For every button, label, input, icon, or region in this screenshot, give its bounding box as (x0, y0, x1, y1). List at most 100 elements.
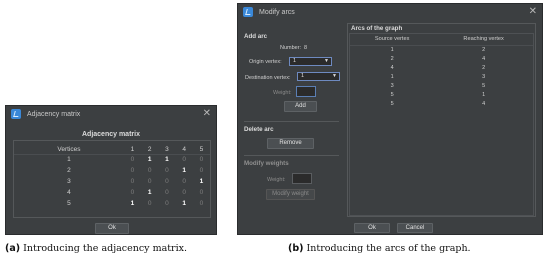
matrix-cell[interactable]: 0 (124, 176, 141, 187)
titlebar: Adjacency matrix ✕ (6, 106, 216, 122)
caption-b-text: Introducing the arcs of the graph. (306, 243, 471, 254)
matrix-cell[interactable]: 0 (158, 198, 175, 209)
matrix-cell[interactable]: 0 (124, 187, 141, 198)
vertex-label: 2 (67, 167, 71, 174)
close-icon[interactable]: ✕ (529, 5, 537, 19)
source-vertex-cell: 2 (390, 55, 394, 62)
matrix-cell[interactable]: 0 (141, 176, 158, 187)
matrix-cell[interactable]: 0 (176, 176, 193, 187)
table-row: 300001 (14, 176, 210, 187)
table-row[interactable]: 12 (350, 45, 533, 54)
reaching-vertex-cell: 1 (482, 91, 486, 98)
caption-a: (a) Introducing the adjacency matrix. (5, 243, 187, 254)
matrix-header-row: Vertices 1 2 3 4 5 (14, 145, 210, 155)
modify-weights-title: Modify weights (244, 160, 289, 167)
reaching-vertex-cell: 2 (482, 46, 486, 53)
arcs-table: Source vertex Reaching vertex 12244213355… (350, 34, 533, 108)
chevron-down-icon: ▼ (332, 73, 337, 79)
matrix-heading: Adjacency matrix (82, 131, 140, 138)
edit-panel: Add arc Number: 8 Origin vertex: 1 ▼ Des… (244, 23, 341, 218)
matrix-cell[interactable]: 1 (141, 154, 158, 165)
matrix-cell[interactable]: 0 (176, 187, 193, 198)
weight-label: Weight: (267, 177, 286, 183)
table-row: 200010 (14, 165, 210, 176)
source-vertex-cell: 3 (390, 82, 394, 89)
matrix-cell[interactable]: 0 (124, 165, 141, 176)
table-row: 510010 (14, 198, 210, 209)
weight-input[interactable] (296, 86, 316, 97)
table-row[interactable]: 42 (350, 63, 533, 72)
arcs-panel: Arcs of the graph Source vertex Reaching … (347, 23, 536, 217)
matrix-cell[interactable]: 1 (193, 176, 210, 187)
matrix-cell[interactable]: 0 (176, 154, 193, 165)
number-value: 8 (304, 45, 308, 51)
close-icon[interactable]: ✕ (203, 107, 211, 121)
arcs-list[interactable]: Source vertex Reaching vertex 12244213355… (349, 33, 534, 216)
matrix-frame: Vertices 1 2 3 4 5 10110020001030000140100051… (13, 140, 211, 218)
matrix-cell[interactable]: 0 (158, 165, 175, 176)
add-arc-title: Add arc (244, 33, 268, 40)
table-row[interactable]: 35 (350, 81, 533, 90)
window-title: Modify arcs (259, 8, 295, 16)
origin-label: Origin vertex: (249, 59, 282, 65)
modify-arcs-window: Modify arcs ✕ Add arc Number: 8 Origin v… (237, 3, 543, 235)
source-vertex-cell: 5 (390, 100, 394, 107)
arcs-column-header: Source vertex (350, 34, 435, 46)
source-vertex-cell: 1 (390, 73, 394, 80)
reaching-vertex-cell: 4 (482, 55, 486, 62)
vertex-label: 1 (67, 156, 71, 164)
destination-label: Destination vertex: (245, 75, 291, 81)
matrix-cell[interactable]: 1 (124, 198, 141, 209)
divider (244, 121, 339, 122)
chevron-down-icon: ▼ (324, 58, 329, 64)
matrix-cell[interactable]: 0 (193, 187, 210, 198)
matrix-column-header: Vertices (14, 145, 124, 155)
caption-a-text: Introducing the adjacency matrix. (23, 243, 188, 254)
modify-weight-button[interactable]: Modify weight (266, 189, 315, 200)
ok-button[interactable]: Ok (95, 223, 129, 234)
matrix-cell[interactable]: 0 (141, 198, 158, 209)
matrix-cell[interactable]: 0 (141, 165, 158, 176)
matrix-column-header: 3 (158, 145, 176, 155)
table-row[interactable]: 13 (350, 72, 533, 81)
add-button[interactable]: Add (284, 101, 317, 112)
matrix-cell[interactable]: 0 (193, 198, 210, 209)
window-title: Adjacency matrix (27, 110, 81, 118)
source-vertex-cell: 4 (390, 64, 394, 71)
matrix-column-header: 2 (141, 145, 159, 155)
destination-vertex-value: 1 (301, 73, 305, 79)
table-row: 101100 (14, 154, 210, 165)
reaching-vertex-cell: 3 (482, 73, 486, 80)
arcs-header-row: Source vertex Reaching vertex (350, 34, 533, 46)
destination-vertex-select[interactable]: 1 ▼ (297, 72, 340, 81)
remove-button[interactable]: Remove (267, 138, 314, 149)
matrix-cell[interactable]: 1 (176, 198, 193, 209)
ok-button[interactable]: Ok (354, 223, 390, 233)
arcs-body: 12244213355154 (350, 45, 533, 108)
table-row[interactable]: 54 (350, 99, 533, 108)
matrix-cell[interactable]: 1 (158, 154, 175, 165)
source-vertex-cell: 1 (390, 46, 394, 53)
modify-weight-input[interactable] (292, 173, 312, 184)
table-row[interactable]: 51 (350, 90, 533, 99)
matrix-cell[interactable]: 0 (193, 154, 210, 165)
matrix-cell[interactable]: 0 (158, 187, 175, 198)
weight-label: Weight: (273, 90, 292, 96)
matrix-cell[interactable]: 1 (176, 165, 193, 176)
matrix-cell[interactable]: 1 (141, 187, 158, 198)
titlebar: Modify arcs ✕ (238, 4, 542, 20)
number-label: Number: (280, 45, 302, 51)
matrix-column-header: 5 (192, 145, 210, 155)
origin-vertex-select[interactable]: 1 ▼ (289, 57, 332, 66)
caption-b: (b) Introducing the arcs of the graph. (288, 243, 471, 254)
adjacency-table: Vertices 1 2 3 4 5 10110020001030000140100051… (14, 145, 210, 209)
vertex-label: 5 (67, 200, 71, 207)
table-row[interactable]: 24 (350, 54, 533, 63)
reaching-vertex-cell: 2 (482, 64, 486, 71)
matrix-cell[interactable]: 0 (193, 165, 210, 176)
matrix-cell[interactable]: 0 (158, 176, 175, 187)
matrix-cell[interactable]: 0 (124, 154, 141, 165)
cancel-button[interactable]: Cancel (397, 223, 433, 233)
vertex-label: 3 (67, 178, 71, 185)
matrix-body: 101100200010300001401000510010 (14, 154, 210, 209)
